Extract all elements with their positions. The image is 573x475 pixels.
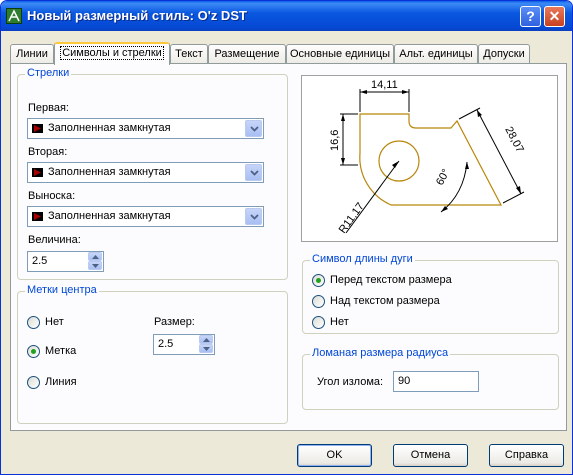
- dim-right-text: 28,07: [502, 125, 526, 155]
- filled-arrow-icon: [32, 168, 43, 177]
- first-arrow-label: Первая:: [28, 102, 69, 114]
- chevron-down-icon[interactable]: [245, 164, 262, 181]
- second-arrow-label: Вторая:: [28, 146, 68, 158]
- leader-arrow-label: Выноска:: [28, 190, 76, 202]
- tab-alternate-units[interactable]: Альт. единицы: [394, 44, 478, 64]
- combo-value: Заполненная замкнутая: [48, 210, 171, 222]
- tab-label: Допуски: [483, 48, 525, 60]
- tab-text[interactable]: Текст: [170, 44, 208, 64]
- spinner-value: 2.5: [158, 338, 174, 350]
- tab-primary-units[interactable]: Основные единицы: [286, 44, 394, 64]
- tab-symbols-arrows[interactable]: Символы и стрелки: [54, 42, 170, 65]
- tab-label: Символы и стрелки: [60, 46, 164, 60]
- spin-down-icon[interactable]: [88, 261, 102, 270]
- dimension-style-dialog: Новый размерный стиль: O'z DST ? ✕ Линии…: [0, 0, 573, 475]
- preview-area: 14,11 16,6 28,07 60° R11,17: [301, 75, 558, 242]
- arrowheads-group: Стрелки Первая: Заполненная замкнутая Вт…: [17, 67, 288, 280]
- radius-jog-group: Ломаная размера радиуса Угол излома: 90: [302, 347, 559, 410]
- jog-angle-label: Угол излома:: [317, 376, 384, 388]
- second-arrow-combo[interactable]: Заполненная замкнутая: [27, 162, 264, 183]
- radio-circle: [312, 274, 325, 287]
- center-size-spinner[interactable]: 2.5: [153, 334, 215, 355]
- tab-label: Основные единицы: [289, 48, 391, 60]
- dim-radius-text: R11,17: [337, 201, 367, 236]
- radio-selected-dot: [316, 278, 321, 283]
- chevron-down-icon[interactable]: [245, 120, 262, 137]
- radio-circle: [312, 316, 325, 329]
- dim-angle-text: 60°: [434, 167, 452, 187]
- group-title: Стрелки: [25, 67, 72, 79]
- radio-circle: [27, 376, 40, 389]
- title-bar[interactable]: Новый размерный стиль: O'z DST ? ✕: [1, 1, 572, 31]
- spin-down-icon[interactable]: [199, 344, 213, 353]
- leader-arrow-combo[interactable]: Заполненная замкнутая: [27, 206, 264, 227]
- spinner-value: 2.5: [32, 255, 48, 267]
- radio-label: Линия: [45, 376, 77, 388]
- radio-label: Метка: [45, 345, 77, 357]
- dimension-preview-drawing: 14,11 16,6 28,07 60° R11,17: [329, 79, 526, 236]
- dim-left-text: 16,6: [329, 130, 341, 151]
- tab-label: Линии: [16, 48, 48, 60]
- dim-top-text: 14,11: [371, 79, 398, 91]
- radio-selected-dot: [31, 349, 36, 354]
- filled-arrow-icon: [32, 124, 43, 133]
- arrow-size-label: Величина:: [28, 234, 81, 246]
- window-title: Новый размерный стиль: O'z DST: [27, 8, 247, 23]
- autocad-app-icon: [6, 8, 22, 24]
- ok-button[interactable]: OK: [297, 444, 372, 467]
- radio-circle: [27, 316, 40, 329]
- tab-fit[interactable]: Размещение: [208, 44, 286, 64]
- help-button[interactable]: Справка: [489, 444, 564, 467]
- first-arrow-combo[interactable]: Заполненная замкнутая: [27, 118, 264, 139]
- tab-label: Альт. единицы: [399, 48, 473, 60]
- input-value: 90: [398, 375, 411, 387]
- filled-arrow-icon: [32, 212, 43, 221]
- radio-circle: [27, 345, 40, 358]
- spin-up-icon[interactable]: [88, 252, 102, 261]
- combo-value: Заполненная замкнутая: [48, 166, 171, 178]
- radio-label: Перед текстом размера: [330, 274, 452, 286]
- chevron-down-icon[interactable]: [245, 208, 262, 225]
- radio-label: Нет: [45, 316, 64, 328]
- preview-shape-outline: [359, 113, 502, 206]
- group-title: Символ длины дуги: [310, 253, 415, 265]
- tab-label: Размещение: [214, 48, 280, 60]
- combo-value: Заполненная замкнутая: [48, 122, 171, 134]
- group-title: Ломаная размера радиуса: [310, 347, 451, 359]
- center-size-label: Размер:: [154, 316, 195, 328]
- cancel-button[interactable]: Отмена: [393, 444, 468, 467]
- arrow-size-spinner[interactable]: 2.5: [27, 251, 104, 272]
- close-title-button[interactable]: ✕: [544, 6, 565, 27]
- tab-tolerances[interactable]: Допуски: [478, 44, 530, 64]
- radio-label: Над текстом размера: [330, 295, 440, 307]
- help-title-button[interactable]: ?: [520, 6, 541, 27]
- spin-up-icon[interactable]: [199, 335, 213, 344]
- tab-lines[interactable]: Линии: [10, 44, 54, 64]
- tab-label: Текст: [175, 48, 203, 60]
- jog-angle-input[interactable]: 90: [393, 371, 479, 392]
- tab-panel: Стрелки Первая: Заполненная замкнутая Вт…: [10, 63, 567, 431]
- group-title: Метки центра: [25, 284, 99, 296]
- center-marks-group: Метки центра Нет Метка Линия Размер: 2.5: [17, 284, 288, 424]
- radio-label: Нет: [330, 316, 349, 328]
- arc-length-symbol-group: Символ длины дуги Перед текстом размера …: [302, 253, 559, 334]
- radio-circle: [312, 295, 325, 308]
